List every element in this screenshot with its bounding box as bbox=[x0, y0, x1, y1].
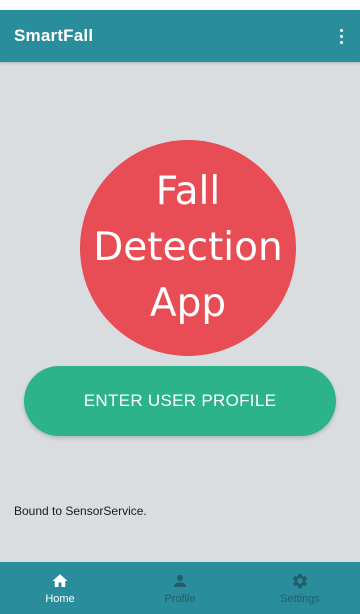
service-status-text: Bound to SensorService. bbox=[14, 504, 147, 518]
nav-item-settings[interactable]: Settings bbox=[250, 562, 350, 614]
enter-user-profile-button[interactable]: ENTER USER PROFILE bbox=[24, 366, 336, 436]
home-icon bbox=[52, 573, 68, 587]
app-title: SmartFall bbox=[14, 26, 94, 45]
main-content: Fall Detection App ENTER USER PROFILE Bo… bbox=[0, 62, 360, 562]
logo-line-2: Detection bbox=[93, 225, 283, 270]
nav-label-profile: Profile bbox=[164, 592, 196, 605]
bottom-navigation: Home Profile Settings bbox=[0, 562, 360, 614]
nav-item-home[interactable]: Home bbox=[10, 562, 110, 614]
more-vertical-icon[interactable] bbox=[336, 24, 346, 48]
nav-label-settings: Settings bbox=[280, 592, 320, 605]
fall-detection-logo: Fall Detection App bbox=[80, 140, 296, 356]
logo-line-3: App bbox=[149, 281, 227, 326]
nav-label-home: Home bbox=[45, 592, 75, 605]
person-icon bbox=[174, 574, 186, 587]
logo-line-1: Fall bbox=[155, 169, 221, 214]
nav-item-profile[interactable]: Profile bbox=[130, 562, 230, 614]
app-bar: SmartFall bbox=[0, 10, 360, 62]
gear-icon bbox=[292, 573, 308, 588]
status-bar-area bbox=[0, 0, 360, 10]
